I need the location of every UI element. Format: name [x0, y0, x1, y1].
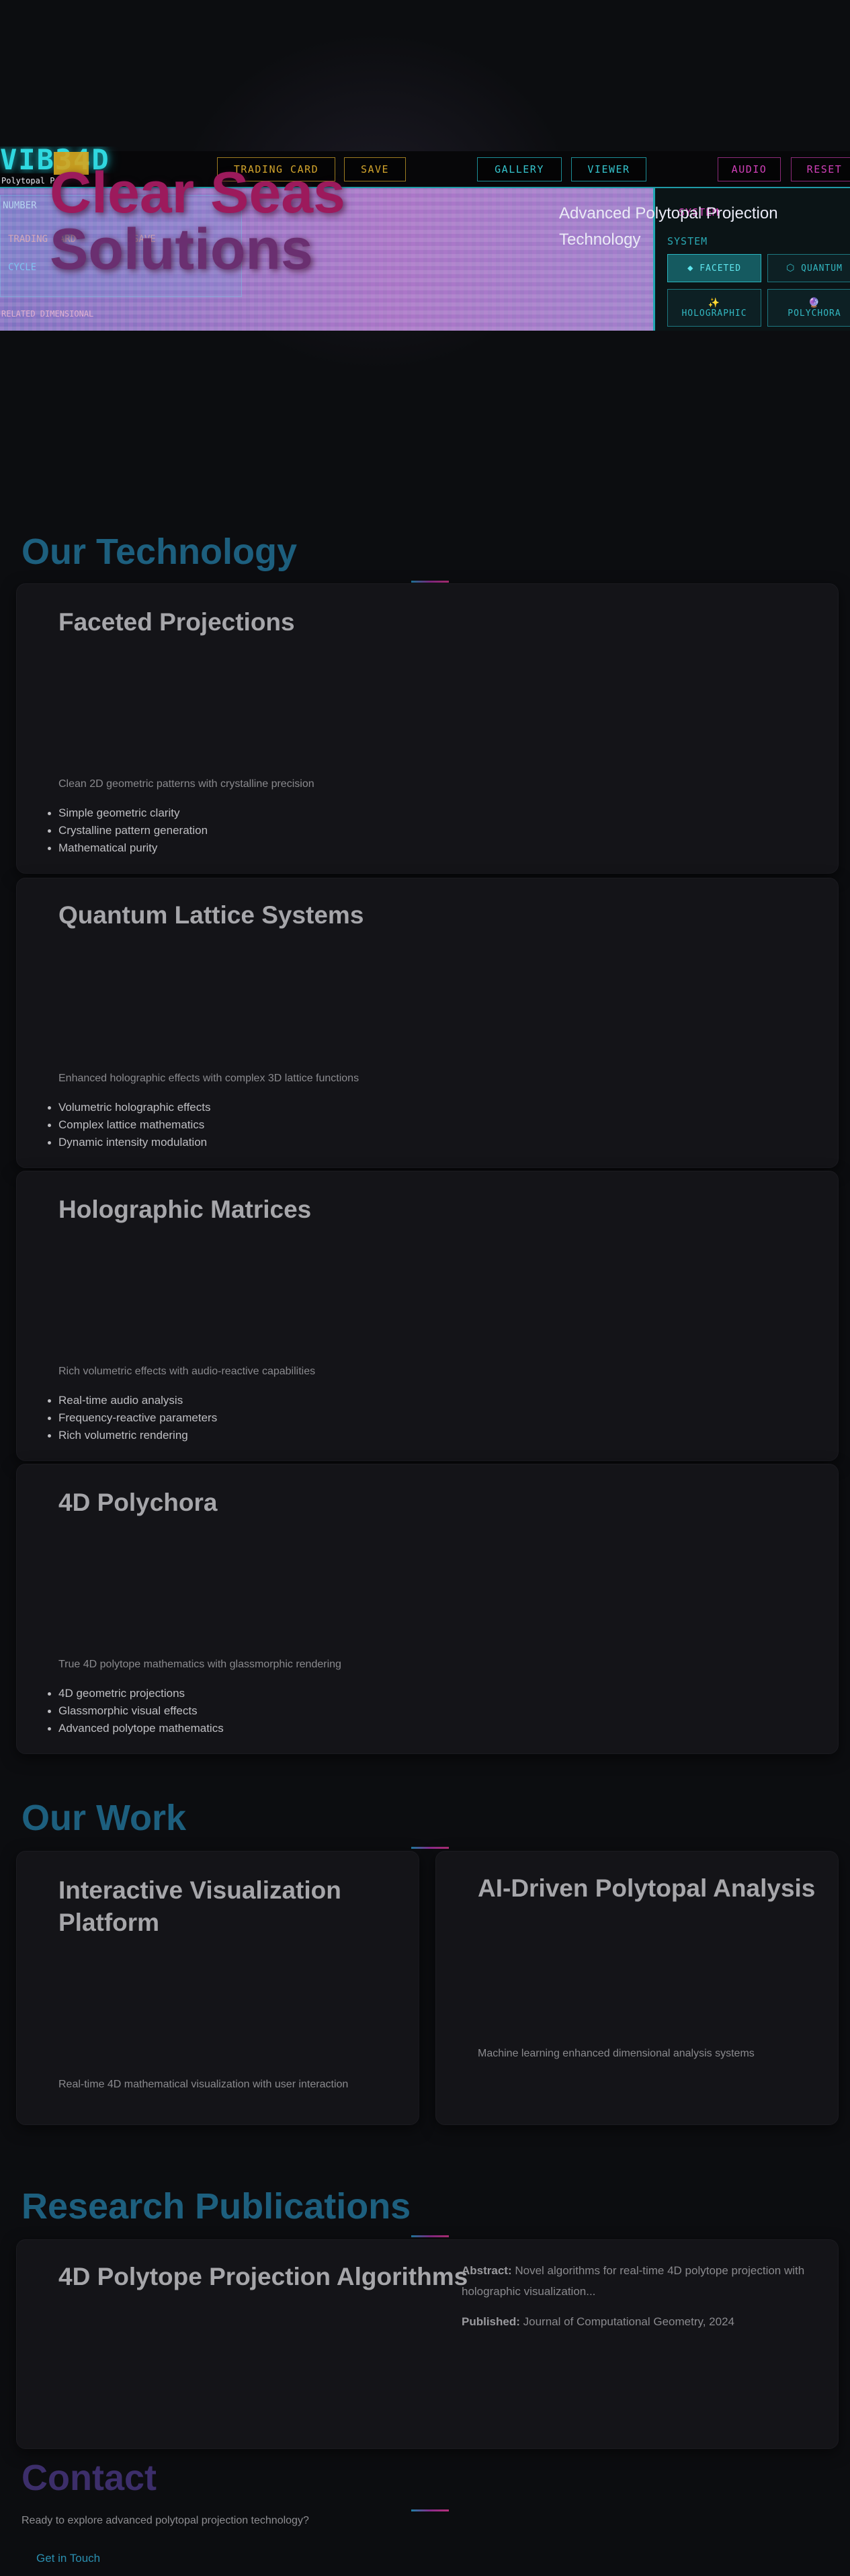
work-card-ai-analysis[interactable]: AI-Driven Polytopal Analysis Machine lea…: [435, 1851, 839, 2125]
list-item: Mathematical purity: [47, 839, 208, 857]
technology-heading: Our Technology: [22, 532, 298, 572]
list-item: Glassmorphic visual effects: [48, 1702, 224, 1720]
logo-subtitle: Polytopal P: [1, 176, 55, 185]
feature-list: 4D geometric projections Glassmorphic vi…: [48, 1685, 224, 1737]
list-item: Volumetric holographic effects: [47, 1099, 210, 1116]
publication-title: 4D Polytope Projection Algorithms: [58, 2263, 468, 2290]
hexagon-icon: ⬡: [786, 263, 796, 274]
tech-card-polychora[interactable]: 4D Polychora True 4D polytope mathematic…: [16, 1464, 839, 1754]
hero-title: Clear Seas Solutions: [50, 161, 399, 282]
gallery-button[interactable]: GALLERY: [477, 157, 562, 181]
list-item: Simple geometric clarity: [47, 804, 208, 822]
list-item: Rich volumetric rendering: [47, 1427, 217, 1444]
contact-text: Ready to explore advanced polytopal proj…: [22, 2515, 309, 2526]
list-item: 4D geometric projections: [48, 1685, 224, 1702]
list-item: Dynamic intensity modulation: [47, 1134, 210, 1151]
card-description: Clean 2D geometric patterns with crystal…: [58, 778, 314, 790]
system-quantum-label: QUANTUM: [801, 263, 843, 274]
overlay-number-label: NUMBER: [3, 200, 37, 211]
card-title: 4D Polychora: [58, 1489, 218, 1516]
system-quantum-button[interactable]: ⬡ QUANTUM: [767, 254, 850, 282]
get-in-touch-link[interactable]: Get in Touch: [36, 2552, 100, 2565]
diamond-icon: ◆: [687, 263, 694, 274]
card-title: Holographic Matrices: [58, 1196, 312, 1223]
published-text: Journal of Computational Geometry, 2024: [523, 2315, 734, 2328]
list-item: Real-time audio analysis: [47, 1392, 217, 1409]
list-item: Advanced polytope mathematics: [48, 1720, 224, 1737]
tech-card-faceted[interactable]: Faceted Projections Clean 2D geometric p…: [16, 583, 839, 874]
contact-heading-underline: [411, 2509, 449, 2511]
hero-title-line2: Solutions: [50, 217, 313, 282]
list-item: Crystalline pattern generation: [47, 822, 208, 839]
list-item: Complex lattice mathematics: [47, 1116, 210, 1134]
tech-card-holographic[interactable]: Holographic Matrices Rich volumetric eff…: [16, 1171, 839, 1461]
contact-heading: Contact: [22, 2458, 157, 2498]
work-heading: Our Work: [22, 1798, 187, 1838]
system-faceted-label: FACETED: [699, 263, 742, 274]
system-polychora-label: POLYCHORA: [788, 308, 841, 319]
card-description: Real-time 4D mathematical visualization …: [58, 2079, 349, 2090]
sparkles-icon: ✨: [708, 297, 721, 308]
overlay-cycle[interactable]: CYCLE: [8, 262, 36, 273]
card-title: Quantum Lattice Systems: [58, 901, 364, 929]
card-description: Rich volumetric effects with audio-react…: [58, 1366, 316, 1377]
reset-button[interactable]: RESET: [791, 157, 850, 181]
card-title: Faceted Projections: [58, 608, 295, 636]
publications-heading: Research Publications: [22, 2186, 411, 2227]
card-title: Interactive Visualization Platform: [58, 1876, 341, 1936]
card-description: True 4D polytope mathematics with glassm…: [58, 1659, 341, 1670]
abstract-label: Abstract:: [462, 2264, 512, 2277]
publication-abstract: Abstract: Novel algorithms for real-time…: [462, 2260, 811, 2302]
system-polychora-button[interactable]: 🔮 POLYCHORA: [767, 289, 850, 327]
card-title: AI-Driven Polytopal Analysis: [478, 1874, 816, 1902]
work-card-visualization[interactable]: Interactive Visualization Platform Real-…: [16, 1851, 419, 2125]
system-faceted-button[interactable]: ◆ FACETED: [667, 254, 761, 282]
tech-card-quantum[interactable]: Quantum Lattice Systems Enhanced hologra…: [16, 878, 839, 1168]
hero-title-line1: Clear Seas: [50, 161, 345, 225]
feature-list: Volumetric holographic effects Complex l…: [47, 1099, 210, 1151]
system-holographic-button[interactable]: ✨ HOLOGRAPHIC: [667, 289, 761, 327]
publications-heading-underline: [411, 2235, 449, 2237]
feature-list: Simple geometric clarity Crystalline pat…: [47, 804, 208, 857]
system-holographic-label: HOLOGRAPHIC: [681, 308, 747, 319]
viewer-button[interactable]: VIEWER: [571, 157, 646, 181]
feature-list: Real-time audio analysis Frequency-react…: [47, 1392, 217, 1444]
card-description: Enhanced holographic effects with comple…: [58, 1073, 359, 1084]
crystal-ball-icon: 🔮: [808, 297, 821, 308]
audio-button[interactable]: AUDIO: [718, 157, 781, 181]
publication-venue: Published: Journal of Computational Geom…: [462, 2311, 811, 2332]
technology-heading-underline: [411, 581, 449, 583]
list-item: Frequency-reactive parameters: [47, 1409, 217, 1427]
publication-card[interactable]: 4D Polytope Projection Algorithms Abstra…: [16, 2239, 839, 2449]
published-label: Published:: [462, 2315, 520, 2328]
system-label: SYSTEM: [667, 235, 708, 247]
overlay-footer: RELATED DIMENSIONAL: [1, 309, 94, 319]
work-heading-underline: [411, 1847, 449, 1849]
abstract-text: Novel algorithms for real-time 4D polyto…: [462, 2264, 805, 2298]
card-description: Machine learning enhanced dimensional an…: [478, 2048, 755, 2059]
